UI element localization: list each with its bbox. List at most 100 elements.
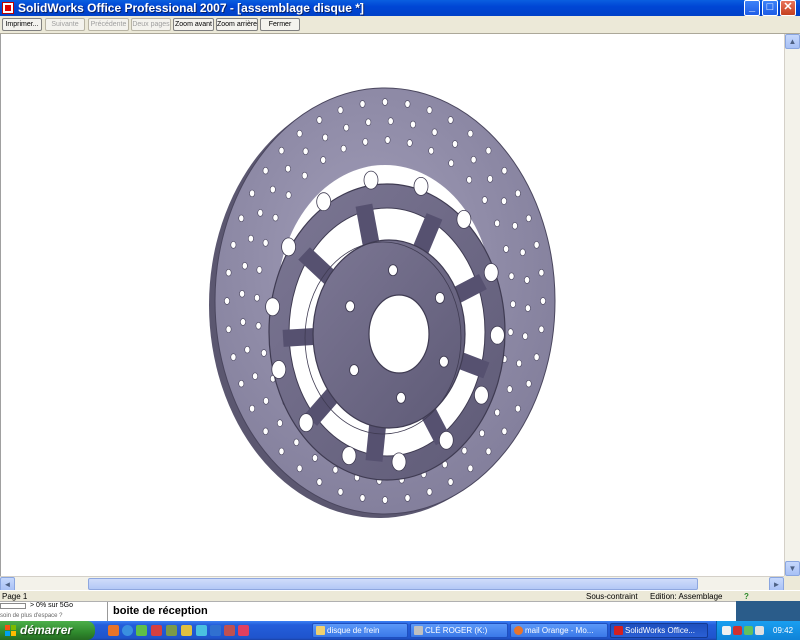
folder-icon[interactable] (181, 625, 192, 636)
clock[interactable]: 09:42 (773, 621, 793, 640)
carrier-slot (413, 176, 429, 196)
drilled-hole (269, 185, 276, 194)
drilled-hole (382, 98, 388, 106)
firefox-icon[interactable] (108, 625, 119, 636)
print-button[interactable]: Imprimer... (2, 18, 42, 31)
drilled-hole (510, 300, 516, 308)
drilled-hole (447, 478, 454, 486)
drilled-hole (276, 419, 283, 427)
maximize-button[interactable]: □ (762, 0, 778, 16)
drilled-hole (337, 488, 344, 496)
drilled-hole (512, 222, 518, 230)
previous-page-button[interactable]: Précédente (88, 18, 129, 31)
keyboard-icon[interactable] (722, 626, 731, 635)
firefox-icon (514, 626, 523, 635)
print-preview-canvas[interactable] (0, 34, 784, 576)
task-disque-de-frein[interactable]: disque de frein (312, 623, 408, 638)
drilled-hole (312, 454, 318, 462)
drilled-hole (525, 304, 531, 312)
drilled-hole (501, 197, 507, 205)
internet-explorer-icon[interactable] (122, 625, 133, 636)
drilled-hole (479, 429, 485, 437)
title-bar[interactable]: SolidWorks Office Professional 2007 - [a… (0, 0, 800, 16)
minimize-button[interactable]: _ (744, 0, 760, 16)
scroll-down-button[interactable]: ▼ (785, 561, 800, 576)
drilled-hole (262, 427, 269, 435)
drilled-hole (410, 120, 416, 129)
drilled-hole (525, 214, 532, 223)
close-preview-button[interactable]: Fermer (260, 18, 300, 31)
two-pages-button[interactable]: Deux pages (131, 18, 171, 31)
drilled-hole (285, 191, 292, 199)
drilled-hole (293, 438, 300, 446)
task-cle-roger[interactable]: CLÉ ROGER (K:) (410, 623, 508, 638)
bolt-hole (434, 291, 445, 304)
drilled-hole (257, 209, 264, 217)
background-mail-window[interactable]: > 0% sur 5Go soin de plus d'espace ? boi… (0, 601, 736, 622)
drilled-hole (466, 176, 473, 184)
drilled-hole (359, 494, 366, 502)
system-tray: 09:42 (716, 621, 800, 640)
horizontal-scroll-thumb[interactable] (88, 578, 698, 590)
drilled-hole (359, 100, 366, 108)
drilled-hole (337, 106, 344, 114)
drilled-hole (362, 138, 369, 146)
messenger-icon[interactable] (136, 625, 147, 636)
drilled-hole (316, 478, 323, 486)
task-mail-orange[interactable]: mail Orange - Mo... (510, 623, 608, 638)
carrier-slot (281, 237, 297, 257)
drilled-hole (447, 116, 454, 124)
heart-icon[interactable] (238, 625, 249, 636)
skype-icon[interactable] (210, 625, 221, 636)
horizontal-scrollbar[interactable]: ◄ ► (0, 576, 784, 592)
network-icon[interactable] (196, 625, 207, 636)
drilled-hole (296, 129, 303, 138)
drilled-hole (487, 175, 493, 183)
drilled-hole (494, 408, 501, 417)
divider (107, 602, 108, 622)
drilled-hole (524, 276, 530, 284)
drilled-hole (467, 129, 474, 138)
task-solidworks[interactable]: SolidWorks Office... (610, 623, 708, 638)
drilled-hole (538, 325, 545, 333)
volume-icon[interactable] (755, 626, 764, 635)
drilled-hole (516, 359, 522, 368)
drilled-hole (485, 447, 492, 456)
taskbar: démarrer disque de frein CLÉ ROGER (K:) … (0, 621, 800, 640)
drilled-hole (320, 156, 327, 164)
carrier-spoke (355, 203, 380, 248)
security-icon[interactable] (733, 626, 742, 635)
storage-tip-link[interactable]: soin de plus d'espace ? (0, 613, 63, 619)
inbox-title: boite de réception (113, 605, 208, 617)
network-tray-icon[interactable] (744, 626, 753, 635)
bolt-hole (396, 391, 406, 404)
zoom-in-button[interactable]: Zoom avant (173, 18, 214, 31)
drilled-hole (404, 100, 411, 108)
drilled-hole (404, 494, 411, 502)
drilled-hole (260, 349, 267, 357)
windows-logo-icon (5, 625, 16, 636)
drilled-hole (508, 272, 515, 280)
carrier-slot (489, 325, 505, 345)
drilled-hole (301, 171, 308, 180)
app-icon[interactable] (224, 625, 235, 636)
drilled-hole (244, 346, 251, 354)
scroll-up-button[interactable]: ▲ (785, 34, 800, 49)
mailbox-quota-bar (0, 603, 26, 609)
drilled-hole (262, 167, 269, 175)
vertical-scrollbar[interactable]: ▲ ▼ (784, 34, 800, 576)
media-icon[interactable] (166, 625, 177, 636)
close-button[interactable]: ✕ (780, 0, 796, 16)
drilled-hole (426, 488, 433, 496)
carrier-slot (298, 413, 314, 433)
drilled-hole (285, 165, 291, 173)
carrier-slot (391, 452, 407, 472)
solidworks-quicklaunch-icon[interactable] (151, 625, 162, 636)
drilled-hole (238, 380, 245, 388)
next-page-button[interactable]: Suivante (45, 18, 85, 31)
mailbox-quota-text: > 0% sur 5Go (30, 602, 74, 609)
start-button[interactable]: démarrer (0, 621, 95, 640)
zoom-out-button[interactable]: Zoom arrière (216, 18, 258, 31)
drilled-hole (515, 404, 521, 413)
solidworks-app-icon[interactable] (2, 2, 14, 14)
